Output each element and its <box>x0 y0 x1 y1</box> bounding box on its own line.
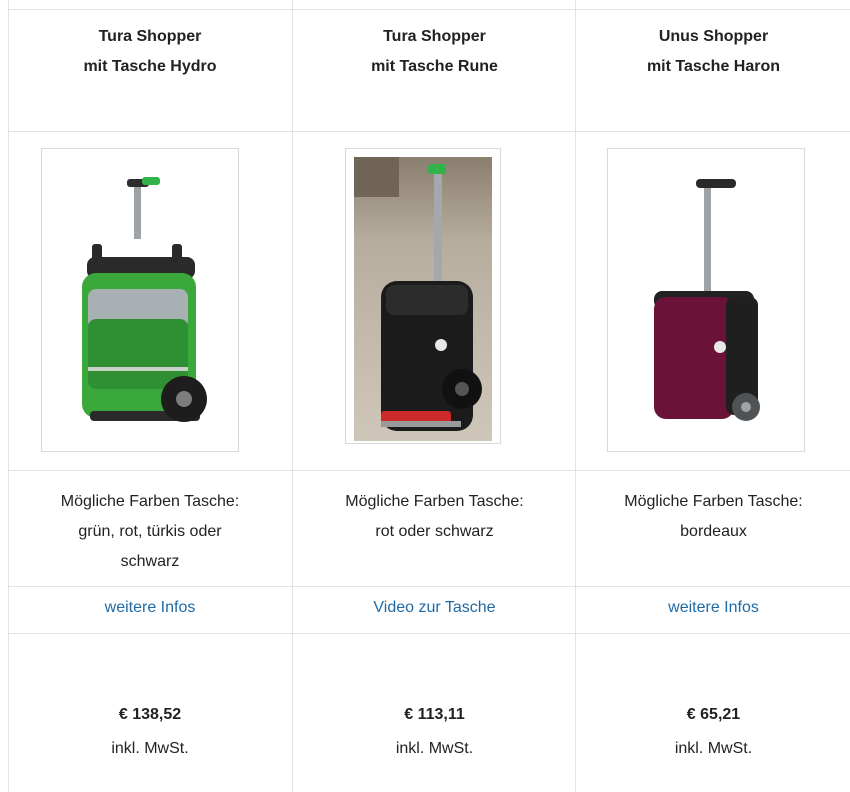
price: € 138,52 <box>118 706 182 723</box>
product-comparison-table: Tura Shopper mit Tasche Hydro Mögliche F… <box>0 0 850 792</box>
price: € 65,21 <box>686 706 741 723</box>
vat-note: inkl. MwSt. <box>111 740 189 757</box>
available-colors: Mögliche Farben Tasche: grün, rot, türki… <box>8 487 292 577</box>
shopper-trolley-bordeaux-image <box>654 179 760 421</box>
colors-value: bordeaux <box>680 523 747 540</box>
vat-note: inkl. MwSt. <box>395 740 474 757</box>
colors-value-cont: schwarz <box>120 553 180 570</box>
shopper-trolley-green-image <box>82 177 207 422</box>
product-column-hydro: Tura Shopper mit Tasche Hydro Mögliche F… <box>8 0 292 792</box>
video-link[interactable]: Video zur Tasche <box>293 599 576 617</box>
product-image-frame[interactable] <box>607 148 805 452</box>
colors-label: Mögliche Farben Tasche: <box>345 493 524 510</box>
more-info-link[interactable]: weitere Infos <box>8 599 292 617</box>
product-title-line1: Tura Shopper <box>383 28 486 45</box>
product-title-line1: Tura Shopper <box>98 28 202 45</box>
available-colors: Mögliche Farben Tasche: rot oder schwarz <box>293 487 576 547</box>
product-column-rune: Tura Shopper mit Tasche Rune Mögliche Fa… <box>292 0 576 792</box>
product-title-line2: mit Tasche Rune <box>371 58 498 75</box>
product-title-line1: Unus Shopper <box>658 28 769 45</box>
product-image-frame[interactable] <box>41 148 239 452</box>
product-image-frame[interactable] <box>345 148 501 444</box>
more-info-link[interactable]: weitere Infos <box>576 599 850 617</box>
colors-value: grün, rot, türkis oder <box>78 523 222 540</box>
shopper-trolley-black-photo <box>354 157 492 441</box>
product-column-haron: Unus Shopper mit Tasche Haron Mögliche F… <box>575 0 850 792</box>
price: € 113,11 <box>404 706 465 723</box>
product-title-line2: mit Tasche Hydro <box>83 58 217 75</box>
colors-label: Mögliche Farben Tasche: <box>60 493 240 510</box>
vat-note: inkl. MwSt. <box>674 740 753 757</box>
product-title: Tura Shopper mit Tasche Hydro <box>8 22 292 82</box>
product-title: Unus Shopper mit Tasche Haron <box>576 22 850 82</box>
colors-value: rot oder schwarz <box>375 523 494 540</box>
colors-label: Mögliche Farben Tasche: <box>624 493 803 510</box>
available-colors: Mögliche Farben Tasche: bordeaux <box>576 487 850 547</box>
product-title: Tura Shopper mit Tasche Rune <box>293 22 576 82</box>
product-title-line2: mit Tasche Haron <box>646 58 781 75</box>
